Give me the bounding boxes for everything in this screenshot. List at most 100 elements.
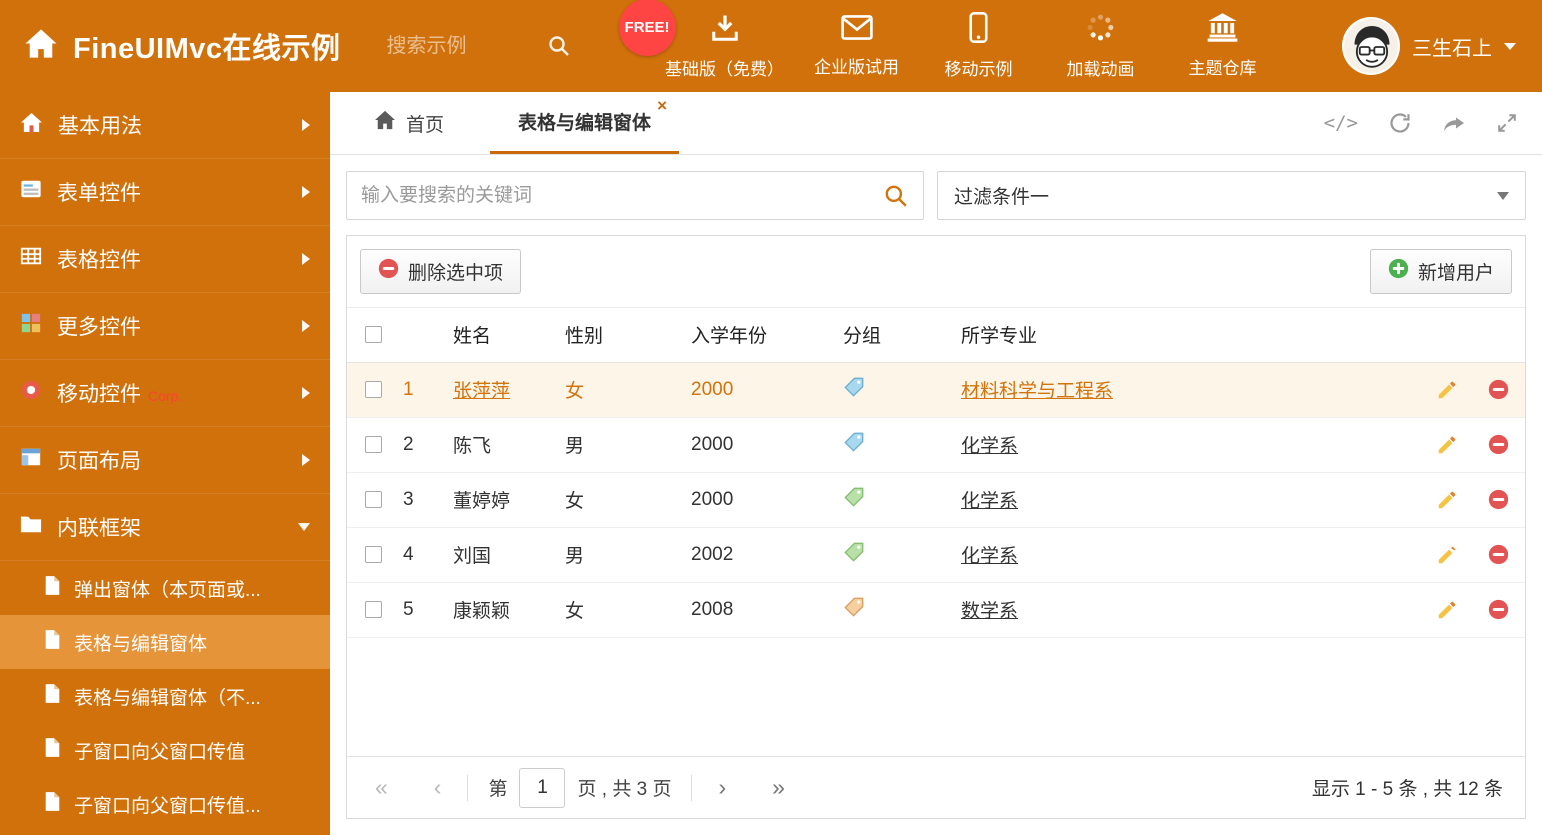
button-label: 删除选中项 [408,263,504,284]
prev-page-icon[interactable]: ‹ [428,776,448,799]
refresh-icon[interactable] [1388,111,1412,135]
delete-icon[interactable] [1488,599,1509,620]
student-major-link[interactable]: 化学系 [961,491,1018,512]
delete-icon[interactable] [1488,379,1509,400]
avatar [1342,17,1400,75]
table-row[interactable]: 1 张萍萍 女 2000 材料科学与工程系 [347,362,1525,418]
chevron-right-icon [302,186,310,198]
table-row[interactable]: 5 康颖颖 女 2008 数学系 [347,582,1525,638]
sidebar-item-mobile-controls[interactable]: 移动控件 Corp. [0,360,330,427]
spinner-icon [1085,12,1116,48]
tag-icon [843,431,865,453]
filter-dropdown[interactable]: 过滤条件一 [937,171,1526,220]
code-icon[interactable]: </> [1324,112,1358,134]
search-icon[interactable] [547,34,571,58]
sidebar-item-form-controls[interactable]: 表单控件 [0,159,330,226]
student-name: 康颖颖 [453,601,511,622]
row-checkbox[interactable] [365,380,382,398]
sidebar-subitem-child-to-parent-2[interactable]: 子窗口向父窗口传值... [0,777,330,831]
student-major-link[interactable]: 化学系 [961,546,1018,567]
nav-theme-repo[interactable]: 主题仓库 [1167,13,1279,79]
row-checkbox[interactable] [365,435,382,453]
sidebar: 基本用法 表单控件 表格控件 更多控件 移动控件 Corp. 页面布局 内联框架… [0,92,330,835]
edit-icon[interactable] [1436,489,1458,511]
next-page-icon[interactable]: › [712,776,732,799]
tab-label: 表格与编辑窗体 [518,113,652,134]
top-search-input[interactable] [386,34,537,58]
first-page-icon[interactable]: « [369,776,394,799]
user-menu[interactable]: 三生石上 [1342,17,1516,75]
row-checkbox[interactable] [365,545,382,563]
edit-icon[interactable] [1436,599,1458,621]
page-prefix: 第 [488,779,508,800]
app-title: FineUIMvc在线示例 [73,33,341,65]
corp-badge: Corp. [148,388,183,404]
sidebar-item-page-layout[interactable]: 页面布局 [0,427,330,494]
edit-icon[interactable] [1436,434,1458,456]
edit-icon[interactable] [1436,379,1458,401]
sidebar-subitem-child-to-parent[interactable]: 子窗口向父窗口传值 [0,723,330,777]
expand-icon[interactable] [1496,112,1518,134]
edit-icon[interactable] [1436,544,1458,566]
page-suffix: 页 , 共 3 页 [577,779,672,800]
student-major-link[interactable]: 材料科学与工程系 [961,381,1113,402]
brand[interactable]: FineUIMvc在线示例 [0,25,341,67]
table-row[interactable]: 4 刘国 男 2002 化学系 [347,527,1525,583]
house-icon [20,112,43,139]
sidebar-item-label: 更多控件 [57,316,141,339]
add-user-button[interactable]: 新增用户 [1369,249,1512,294]
table-row[interactable]: 3 董婷婷 女 2000 化学系 [347,472,1525,528]
nav-mobile-demo[interactable]: 移动示例 [923,11,1035,80]
search-icon[interactable] [883,183,909,209]
table-empty-space [347,638,1525,757]
chevron-down-icon [1497,191,1509,200]
free-badge: FREE! [618,0,676,56]
row-index: 2 [403,417,453,473]
delete-selected-button[interactable]: 删除选中项 [360,249,522,294]
share-icon[interactable] [1442,112,1466,134]
student-name[interactable]: 张萍萍 [453,381,510,402]
sidebar-item-iframe[interactable]: 内联框架 [0,494,330,561]
page-number-input[interactable] [519,767,566,808]
nav-label: 企业版试用 [814,58,900,77]
row-checkbox[interactable] [365,600,382,618]
student-major-link[interactable]: 数学系 [961,601,1018,622]
sidebar-subitem-grid-edit-window[interactable]: 表格与编辑窗体 [0,615,330,669]
delete-icon[interactable] [1488,544,1509,565]
filter-dropdown-value: 过滤条件一 [954,187,1050,208]
last-page-icon[interactable]: » [766,776,791,799]
nav-loading-animation[interactable]: 加载动画 [1045,12,1157,80]
sidebar-item-basic-usage[interactable]: 基本用法 [0,92,330,159]
sidebar-item-grid-controls[interactable]: 表格控件 [0,226,330,293]
keyword-search-input[interactable] [361,184,883,207]
delete-icon[interactable] [1488,489,1509,510]
chevron-right-icon [302,119,310,131]
tab-home[interactable]: 首页 [352,92,466,154]
chevron-down-icon [298,523,310,531]
nav-basic-free[interactable]: FREE! 基础版（免费） [618,0,791,80]
column-major[interactable]: 所学专业 [961,308,1409,363]
column-year[interactable]: 入学年份 [691,308,843,363]
tab-grid-edit-window[interactable]: 表格与编辑窗体 × [490,92,680,154]
page-icon [44,791,61,818]
row-index: 3 [403,472,453,528]
sidebar-item-more-controls[interactable]: 更多控件 [0,293,330,360]
sidebar-subitem-popup-window[interactable]: 弹出窗体（本页面或... [0,561,330,615]
column-gender[interactable]: 性别 [565,308,691,363]
student-major-link[interactable]: 化学系 [961,436,1018,457]
student-gender: 女 [565,472,691,528]
column-group[interactable]: 分组 [843,308,961,363]
row-checkbox[interactable] [365,490,382,508]
row-index: 1 [403,362,453,418]
chevron-right-icon [302,253,310,265]
chevron-right-icon [302,320,310,332]
nav-enterprise-trial[interactable]: 企业版试用 [801,14,913,78]
delete-icon[interactable] [1488,434,1509,455]
student-year: 2002 [691,527,843,583]
sidebar-subitem-grid-edit-window-2[interactable]: 表格与编辑窗体（不... [0,669,330,723]
table-row[interactable]: 2 陈飞 男 2000 化学系 [347,417,1525,473]
close-icon[interactable]: × [657,97,667,114]
mobile-icon [969,11,988,48]
select-all-checkbox[interactable] [365,326,382,344]
column-name[interactable]: 姓名 [453,308,565,363]
